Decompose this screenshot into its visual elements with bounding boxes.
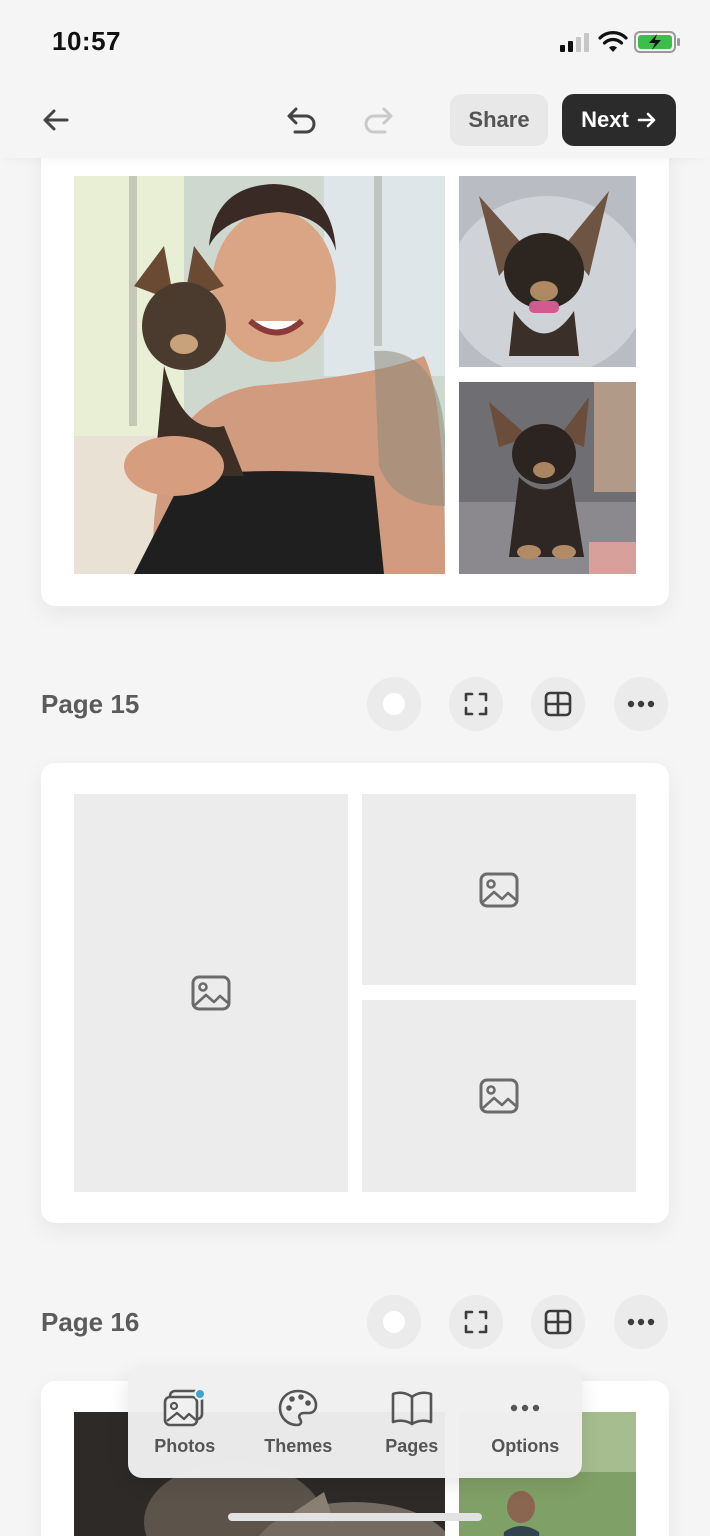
status-time: 10:57 [52, 26, 121, 56]
photo-image [459, 382, 636, 574]
image-placeholder-icon [479, 1078, 519, 1114]
page-background-button[interactable] [367, 677, 421, 731]
page-more-button[interactable] [614, 1295, 668, 1349]
dock-item-options[interactable]: Options [469, 1368, 583, 1478]
image-placeholder-icon [191, 975, 231, 1011]
page-more-button[interactable] [614, 677, 668, 731]
undo-button[interactable] [280, 98, 324, 142]
page-fullscreen-button[interactable] [449, 677, 503, 731]
photo-slot-empty[interactable] [362, 1000, 636, 1192]
photo-image [74, 176, 445, 574]
expand-icon [464, 692, 488, 716]
page-header: Page 16 [41, 1295, 669, 1351]
next-label: Next [581, 107, 629, 132]
cellular-signal-icon [560, 33, 589, 52]
palette-icon [275, 1386, 321, 1430]
photo-book-editor: 10:57 Share Next Page 15 Page 16 Photos … [0, 0, 710, 1536]
arrow-left-icon [43, 109, 69, 131]
page-header: Page 15 [41, 677, 669, 733]
dock-label: Options [491, 1436, 560, 1456]
wifi-icon [598, 31, 628, 52]
book-icon [389, 1386, 435, 1430]
undo-icon [287, 107, 316, 134]
circle-icon [383, 693, 405, 715]
dock-item-themes[interactable]: Themes [242, 1368, 356, 1478]
photo-image [459, 176, 636, 367]
photo-woman-holding-chihuahua[interactable] [74, 176, 445, 574]
image-placeholder-icon [479, 872, 519, 907]
more-icon [502, 1386, 548, 1430]
dock-label: Pages [385, 1436, 439, 1456]
share-button[interactable]: Share [450, 94, 548, 146]
photos-icon [162, 1386, 208, 1430]
page-title: Page 16 [41, 1307, 140, 1337]
battery-charging-icon [634, 31, 680, 53]
home-indicator[interactable] [228, 1513, 482, 1521]
next-button[interactable]: Next [562, 94, 676, 146]
layout-grid-icon [544, 691, 572, 717]
more-icon [627, 1318, 655, 1326]
editor-toolbar: Share Next [0, 84, 710, 158]
photo-chihuahua-on-couch[interactable] [459, 382, 636, 574]
more-icon [627, 700, 655, 708]
redo-icon [364, 107, 393, 134]
back-button[interactable] [34, 98, 78, 142]
page-layout-button[interactable] [531, 677, 585, 731]
bottom-dock: Photos Themes Pages Options [128, 1368, 582, 1478]
notification-badge [193, 1388, 206, 1400]
dock-item-pages[interactable]: Pages [355, 1368, 469, 1478]
dock-label: Photos [154, 1436, 216, 1456]
photo-slot-empty[interactable] [362, 794, 636, 985]
page-fullscreen-button[interactable] [449, 1295, 503, 1349]
photo-chihuahua-on-blanket[interactable] [459, 176, 636, 367]
redo-button[interactable] [356, 98, 400, 142]
circle-icon [383, 1311, 405, 1333]
dock-label: Themes [264, 1436, 333, 1456]
page-layout-button[interactable] [531, 1295, 585, 1349]
dock-item-photos[interactable]: Photos [128, 1368, 242, 1478]
page-title: Page 15 [41, 689, 140, 719]
status-bar: 10:57 [0, 0, 710, 84]
expand-icon [464, 1310, 488, 1334]
layout-grid-icon [544, 1309, 572, 1335]
arrow-right-icon [637, 112, 656, 128]
photo-slot-empty[interactable] [74, 794, 348, 1192]
page-card [41, 763, 669, 1223]
page-background-button[interactable] [367, 1295, 421, 1349]
page-card [41, 120, 669, 606]
